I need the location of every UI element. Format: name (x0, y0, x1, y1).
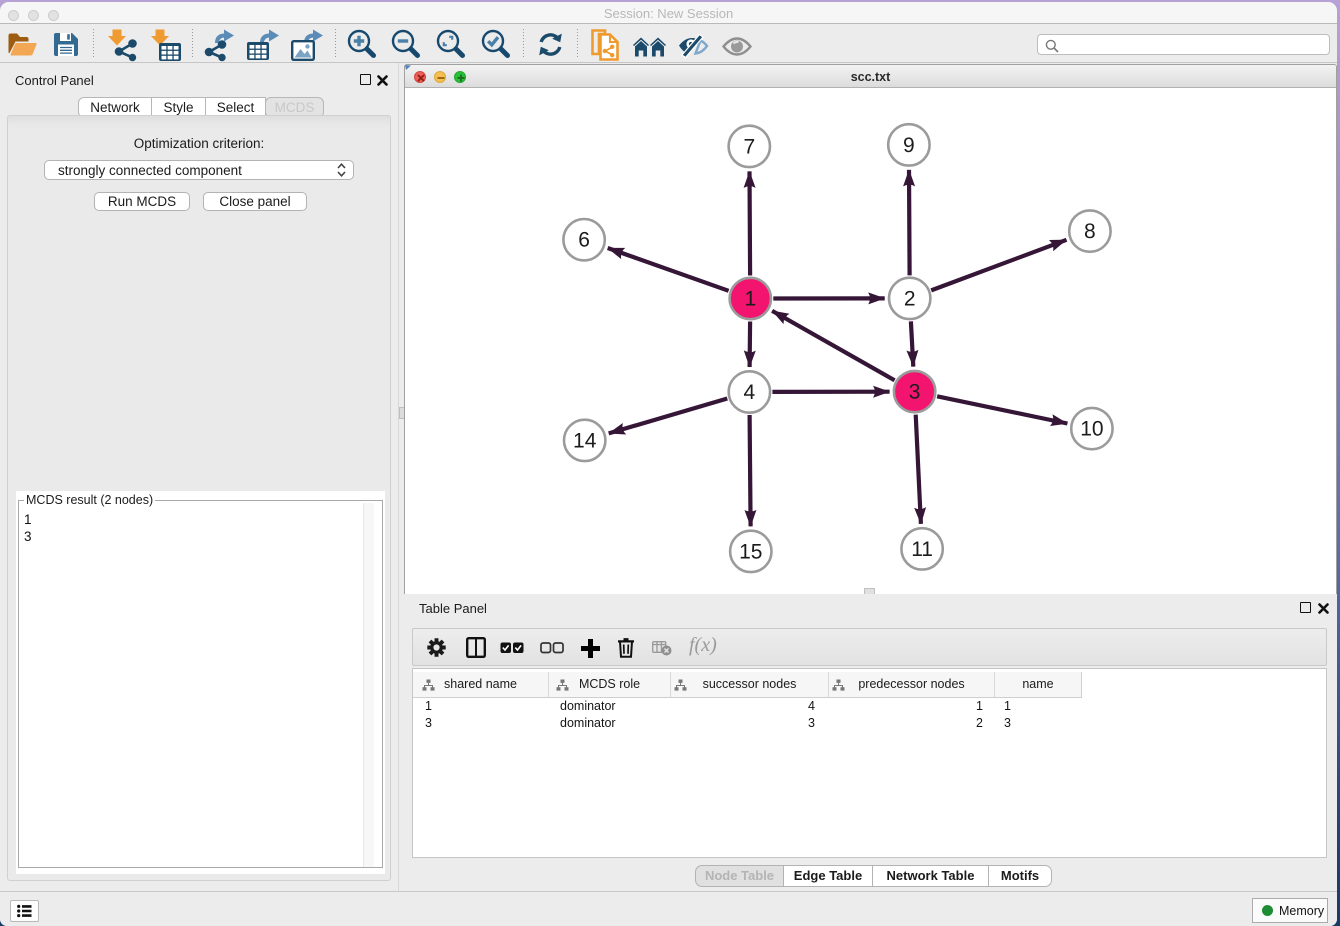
svg-text:6: 6 (578, 229, 590, 252)
svg-text:9: 9 (903, 134, 915, 157)
svg-text:14: 14 (573, 429, 597, 452)
svg-text:4: 4 (744, 381, 756, 404)
svg-text:2: 2 (904, 287, 916, 310)
svg-text:3: 3 (909, 381, 921, 404)
svg-text:11: 11 (911, 538, 933, 561)
svg-text:7: 7 (743, 135, 755, 158)
svg-text:10: 10 (1080, 418, 1103, 441)
svg-text:15: 15 (739, 540, 762, 563)
svg-text:1: 1 (744, 288, 756, 311)
svg-text:8: 8 (1084, 220, 1096, 243)
